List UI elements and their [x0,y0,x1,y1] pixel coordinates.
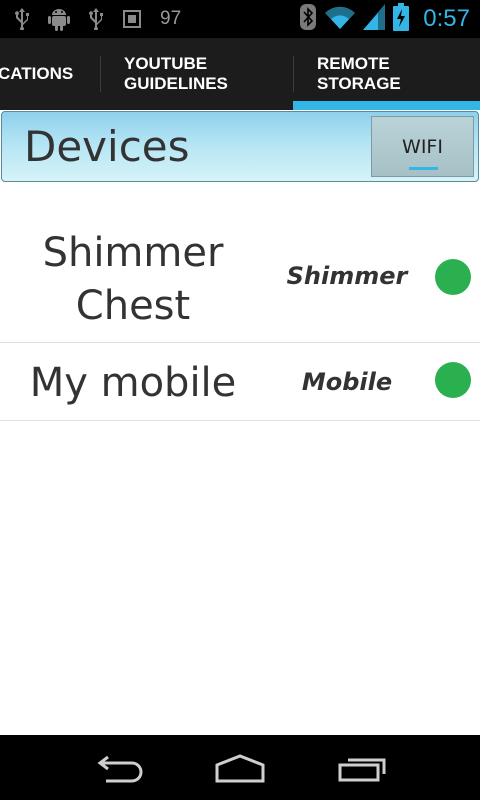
device-name: Shimmer Chest [42,230,224,329]
android-debug-icon [48,7,70,31]
tab-divider [293,56,294,92]
bluetooth-icon [299,4,317,34]
device-row[interactable]: My mobile Mobile [0,343,480,421]
home-icon[interactable] [210,749,270,787]
clock: 0:57 [423,5,470,32]
wifi-icon [325,5,356,33]
device-row[interactable]: Shimmer Chest Shimmer [0,182,480,343]
device-type: Mobile [301,368,393,396]
screenshot-icon [122,9,142,29]
selected-tab-indicator [293,101,480,110]
usb-icon [14,8,30,30]
devices-title: Devices [24,122,190,171]
battery-charging-icon [393,3,410,35]
usb-icon [88,8,104,30]
signal-icon [363,4,386,34]
back-icon[interactable] [90,749,150,787]
system-icons: 0:57 [299,0,470,38]
wifi-toggle-button[interactable]: WIFI [371,116,474,177]
tab-bar: CATIONS YOUTUBE GUIDELINES REMOTE STORAG… [0,38,480,110]
device-type: Shimmer [286,262,408,290]
wifi-toggle-indicator [409,167,438,170]
recent-apps-icon[interactable] [332,749,392,787]
notification-icons: 97 [14,0,181,38]
device-status-indicator [435,362,471,398]
device-status-indicator [435,259,471,295]
wifi-button-label: WIFI [402,135,443,158]
tab-remote-storage[interactable]: REMOTE STORAGE [317,38,401,110]
navigation-bar [0,735,480,800]
tab-divider [100,56,101,92]
status-bar: 97 0:57 [0,0,480,38]
device-name: My mobile [29,360,237,406]
battery-level-text: 97 [160,8,182,29]
tab-notifications[interactable]: CATIONS [0,38,73,110]
tab-youtube-guidelines[interactable]: YOUTUBE GUIDELINES [124,38,228,110]
devices-header: Devices WIFI [1,111,479,182]
